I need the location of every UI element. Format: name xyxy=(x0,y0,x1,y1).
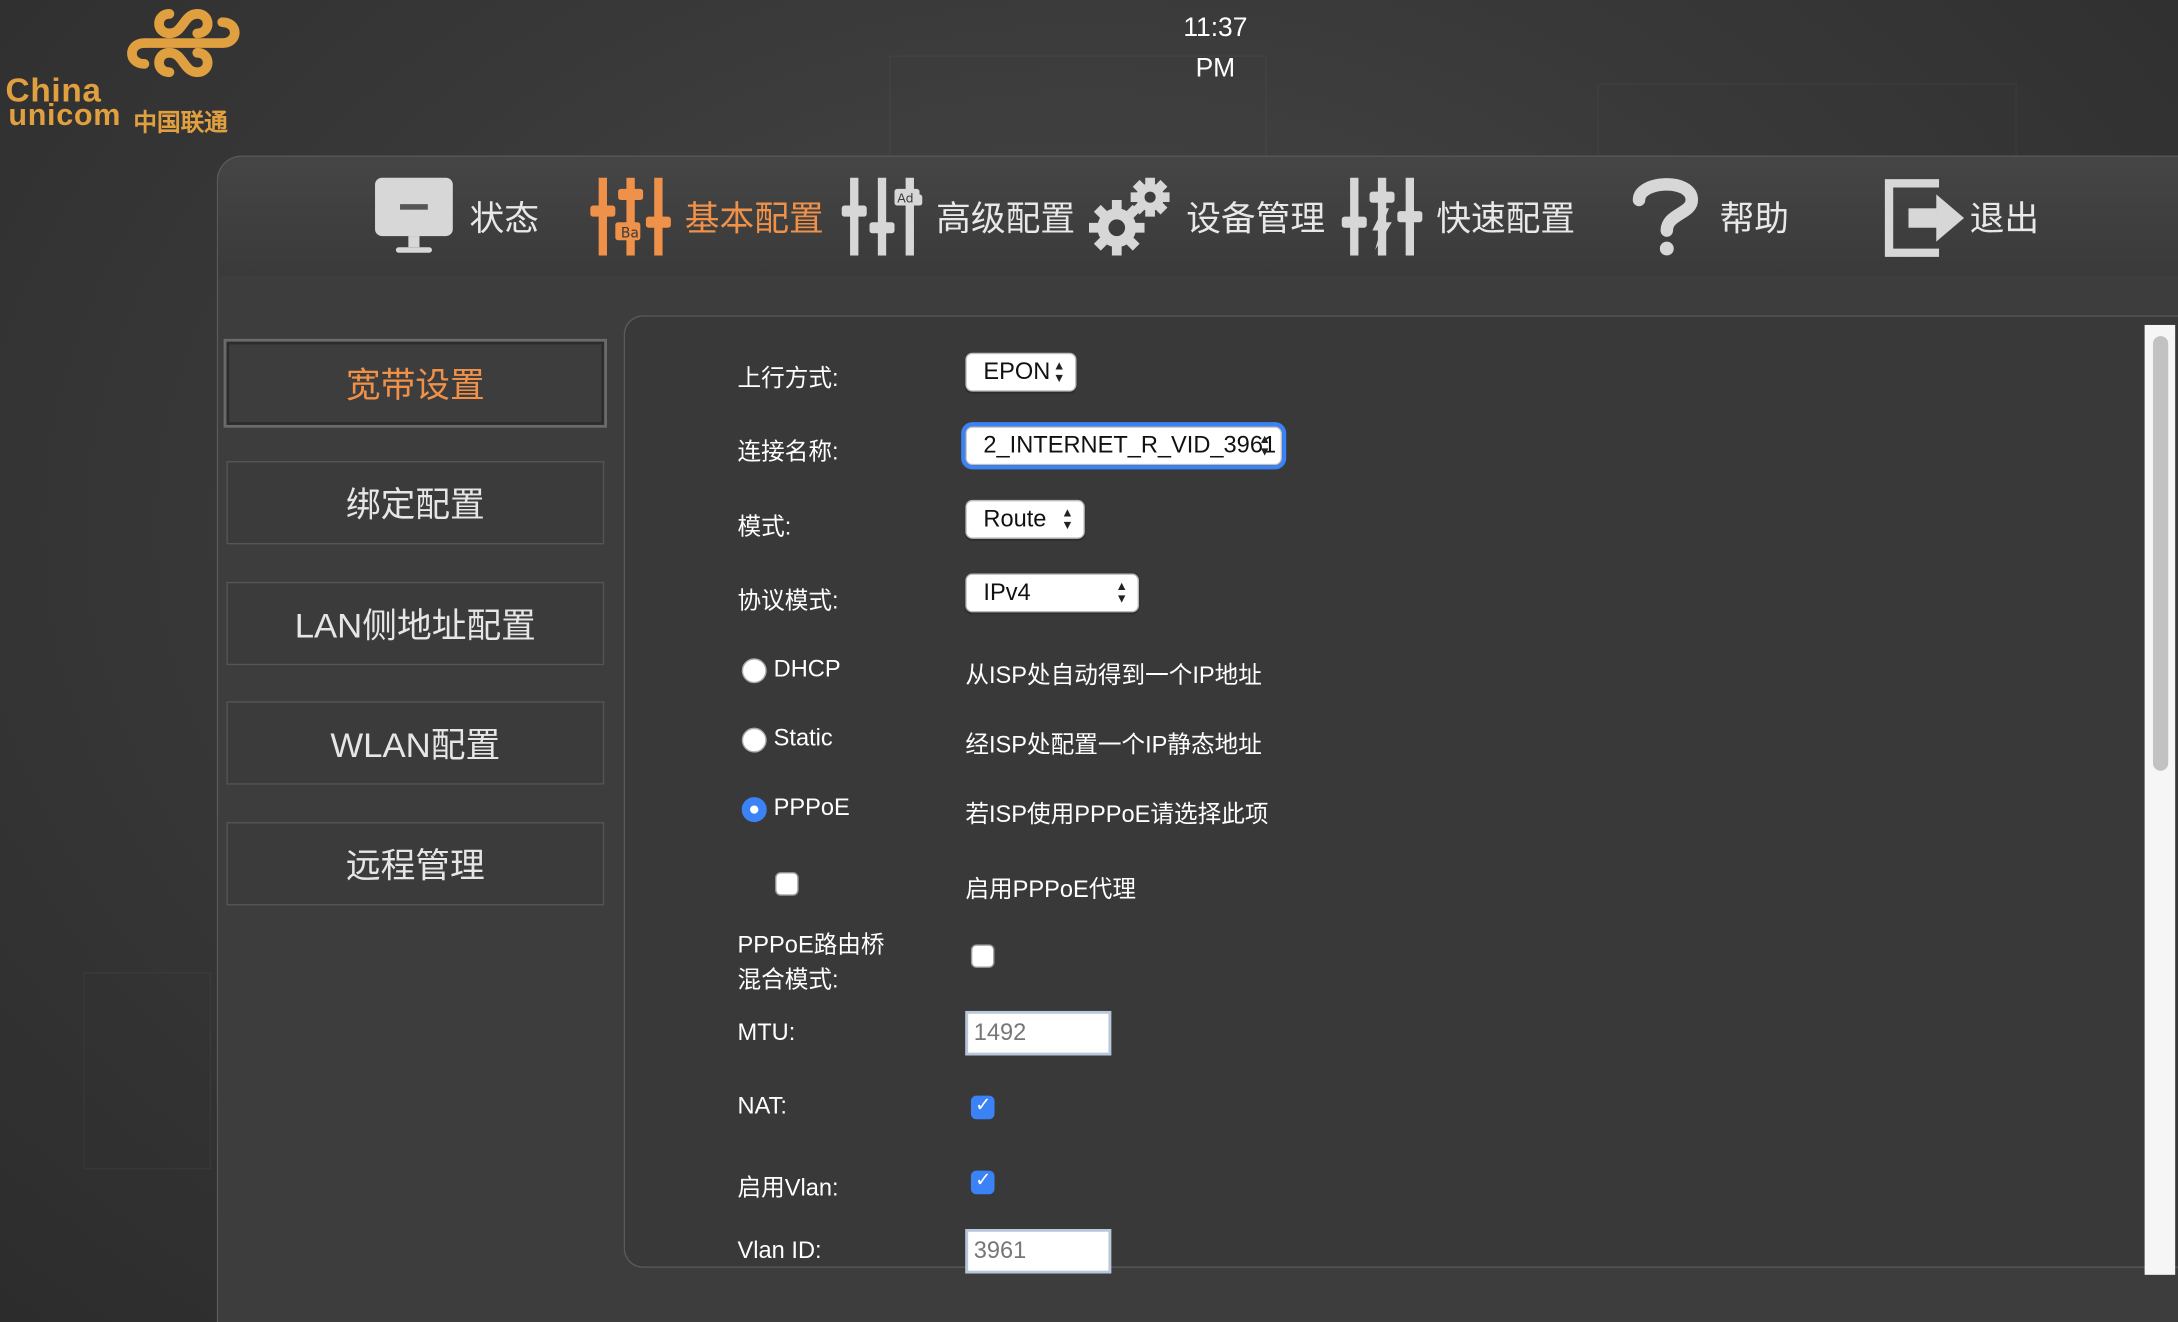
nav-basic-config-label: 基本配置 xyxy=(684,199,824,239)
pppoe-label: PPPoE xyxy=(773,794,850,821)
clock-ampm: PM xyxy=(1195,54,1236,84)
basic-sliders-icon: Ba xyxy=(590,177,671,256)
pppoe-bridge-label-line1: PPPoE路由桥 xyxy=(737,931,885,959)
uplink-label: 上行方式: xyxy=(737,365,839,392)
logout-icon xyxy=(1884,179,1965,257)
nav-quick-config[interactable]: 快速配置 xyxy=(1339,175,1575,258)
uplink-value: EPON xyxy=(983,358,1051,385)
sidebar-item-broadband[interactable]: 宽带设置 xyxy=(223,338,607,428)
logo-text-unicom: unicom xyxy=(8,97,122,132)
vlan-id-input[interactable]: 3961 xyxy=(965,1228,1112,1274)
pppoe-radio[interactable] xyxy=(741,797,767,823)
protocol-label: 协议模式: xyxy=(737,587,839,614)
nav-quick-config-label: 快速配置 xyxy=(1436,199,1576,239)
protocol-value: IPv4 xyxy=(983,579,1031,606)
vlan-id-label: Vlan ID: xyxy=(737,1237,822,1264)
mtu-input[interactable]: 1492 xyxy=(965,1010,1112,1056)
pppoe-proxy-label: 启用PPPoE代理 xyxy=(965,876,1136,903)
nav-advanced-config[interactable]: Ad 高级配置 xyxy=(839,175,1075,258)
sidebar-item-lan[interactable]: LAN侧地址配置 xyxy=(226,581,605,666)
static-description: 经ISP处配置一个IP静态地址 xyxy=(965,731,1262,759)
monitor-icon xyxy=(375,177,453,253)
nav-help[interactable]: 帮助 xyxy=(1622,175,1789,258)
bg-decoration xyxy=(83,972,211,1169)
connection-name-select[interactable]: 2_INTERNET_R_VID_3961 ▲ ▼ xyxy=(961,422,1287,470)
svg-text:Ba: Ba xyxy=(621,225,639,241)
nat-checkbox[interactable] xyxy=(970,1094,995,1120)
clock-time: 11:37 xyxy=(1183,13,1248,44)
clock: 11:37 PM xyxy=(1167,8,1264,89)
select-arrows-icon: ▲ ▼ xyxy=(1258,431,1271,459)
static-radio[interactable] xyxy=(741,727,767,753)
dhcp-label: DHCP xyxy=(773,655,841,682)
mtu-label: MTU: xyxy=(737,1019,796,1046)
router-admin-page: China unicom 中国联通 11:37 PM 状态 Ba 基本配置 Ad… xyxy=(0,0,2178,1322)
nav-logout-label: 退出 xyxy=(1969,199,2040,239)
dhcp-description: 从ISP处自动得到一个IP地址 xyxy=(965,662,1262,689)
nav-device-management[interactable]: 设备管理 xyxy=(1088,175,1326,258)
nav-status[interactable]: 状态 xyxy=(372,175,539,258)
nav-help-label: 帮助 xyxy=(1719,199,1790,239)
mode-value: Route xyxy=(983,505,1047,532)
vlan-enable-checkbox[interactable] xyxy=(970,1169,995,1195)
select-arrows-icon: ▲ ▼ xyxy=(1115,579,1128,606)
sidebar-item-binding[interactable]: 绑定配置 xyxy=(226,461,605,545)
quick-sliders-icon xyxy=(1341,177,1423,256)
svg-text:Ad: Ad xyxy=(897,191,913,206)
connection-name-label: 连接名称: xyxy=(737,438,839,466)
nav-status-label: 状态 xyxy=(469,199,539,239)
sidebar-item-remote[interactable]: 远程管理 xyxy=(226,822,605,906)
pppoe-description: 若ISP使用PPPoE请选择此项 xyxy=(965,801,1269,828)
uplink-select[interactable]: EPON ▲ ▼ xyxy=(965,352,1077,392)
advanced-sliders-icon: Ad xyxy=(841,177,923,256)
scrollbar-thumb[interactable] xyxy=(2152,336,2169,771)
connection-name-value: 2_INTERNET_R_VID_3961 xyxy=(983,431,1277,459)
select-arrows-icon: ▲ ▼ xyxy=(1061,505,1074,532)
select-arrows-icon: ▲ ▼ xyxy=(1052,358,1066,385)
nav-device-management-label: 设备管理 xyxy=(1186,199,1326,239)
static-label: Static xyxy=(773,724,833,752)
broadband-settings-form xyxy=(623,315,2178,1268)
mode-select[interactable]: Route ▲ ▼ xyxy=(965,499,1085,539)
nav-logout[interactable]: 退出 xyxy=(1883,175,2039,258)
dhcp-radio[interactable] xyxy=(741,658,767,684)
pppoe-proxy-checkbox[interactable] xyxy=(775,872,799,896)
nav-basic-config[interactable]: Ba 基本配置 xyxy=(588,175,824,258)
unicom-knot-icon xyxy=(127,9,240,78)
nav-advanced-config-label: 高级配置 xyxy=(936,199,1076,239)
question-icon xyxy=(1632,178,1699,256)
pppoe-bridge-checkbox[interactable] xyxy=(970,944,995,968)
protocol-select[interactable]: IPv4 ▲ ▼ xyxy=(965,573,1139,613)
sidebar-item-wlan[interactable]: WLAN配置 xyxy=(226,701,605,785)
mode-label: 模式: xyxy=(737,513,792,541)
pppoe-bridge-label-line2: 混合模式: xyxy=(737,966,839,993)
logo-text-chinese: 中国联通 xyxy=(133,109,228,137)
gears-icon xyxy=(1088,177,1170,256)
vlan-enable-label: 启用Vlan: xyxy=(737,1174,839,1202)
nat-label: NAT: xyxy=(737,1092,787,1120)
china-unicom-logo: China unicom 中国联通 xyxy=(6,3,256,142)
